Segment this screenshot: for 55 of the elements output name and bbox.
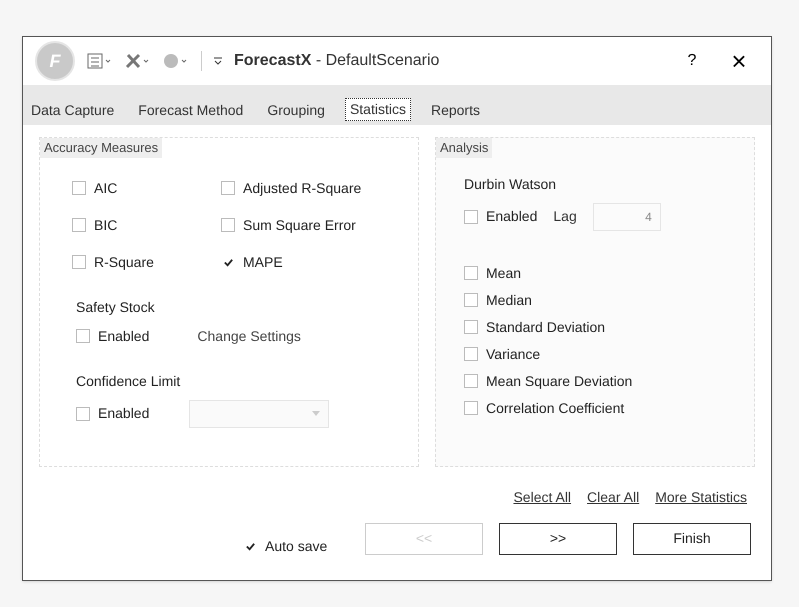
checkbox-label: Adjusted R-Square: [243, 178, 362, 198]
link[interactable]: More Statistics: [655, 487, 747, 508]
checkbox[interactable]: [72, 218, 86, 232]
tab[interactable]: Forecast Method: [134, 100, 248, 121]
checkbox[interactable]: [221, 181, 235, 195]
checkbox[interactable]: [464, 210, 478, 224]
checkbox[interactable]: [464, 266, 478, 280]
checkbox-label: Standard Deviation: [486, 318, 606, 336]
checkbox-label: Variance: [486, 344, 540, 364]
checkbox[interactable]: [221, 218, 235, 232]
tab[interactable]: Statistics: [344, 98, 411, 121]
checkbox[interactable]: [464, 293, 478, 307]
help-button[interactable]: ?: [677, 49, 707, 73]
close-button[interactable]: ×: [719, 48, 759, 74]
lag-label: Lag: [553, 207, 577, 226]
grid-list-icon[interactable]: [87, 52, 113, 70]
check-icon: [222, 256, 234, 268]
checkbox-label: BIC: [94, 216, 118, 234]
check-icon: [244, 541, 256, 552]
checkbox[interactable]: [464, 320, 478, 334]
panel-title: Analysis: [436, 138, 492, 158]
tab[interactable]: Grouping: [263, 100, 329, 121]
checkbox-label: Enabled: [98, 404, 150, 423]
section-label: Durbin Watson: [464, 174, 558, 194]
checkbox-label: Enabled: [98, 326, 150, 346]
panel-title: Accuracy Measures: [40, 138, 162, 158]
customize-icon[interactable]: [214, 56, 222, 66]
checkbox[interactable]: [464, 347, 478, 361]
checkbox[interactable]: [76, 329, 90, 343]
link[interactable]: Clear All: [587, 487, 640, 508]
checkbox-label: AIC: [94, 178, 118, 198]
checkbox-label: Mean Square Deviation: [486, 372, 632, 391]
checkbox-label: Enabled: [486, 207, 538, 226]
window-title: ForecastX - DefaultScenario: [234, 51, 440, 71]
checkbox-label: Sum Square Error: [243, 216, 356, 235]
nav-button[interactable]: Finish: [633, 522, 751, 554]
checkbox-label: Correlation Coefficient: [486, 398, 624, 418]
tab[interactable]: Reports: [426, 100, 484, 121]
checkbox-label: R-Square: [94, 252, 154, 272]
section-label: Safety Stock: [76, 298, 156, 317]
checkbox-label: Auto save: [265, 537, 328, 556]
tab[interactable]: Data Capture: [27, 100, 118, 121]
change-settings-link[interactable]: Change Settings: [197, 326, 301, 346]
checkbox[interactable]: [72, 181, 86, 195]
nav-button[interactable]: >>: [499, 522, 617, 554]
checkbox[interactable]: [76, 406, 90, 420]
section-label: Confidence Limit: [76, 372, 182, 390]
link[interactable]: Select All: [513, 487, 572, 508]
checkbox[interactable]: [464, 374, 478, 388]
checkbox[interactable]: [464, 401, 478, 415]
checkbox-label: Median: [486, 290, 532, 310]
dropdown-arrow-icon: [312, 411, 320, 416]
checkbox-label: Mean: [486, 264, 522, 282]
checkbox[interactable]: [72, 255, 86, 269]
checkbox-label: MAPE: [243, 252, 283, 272]
